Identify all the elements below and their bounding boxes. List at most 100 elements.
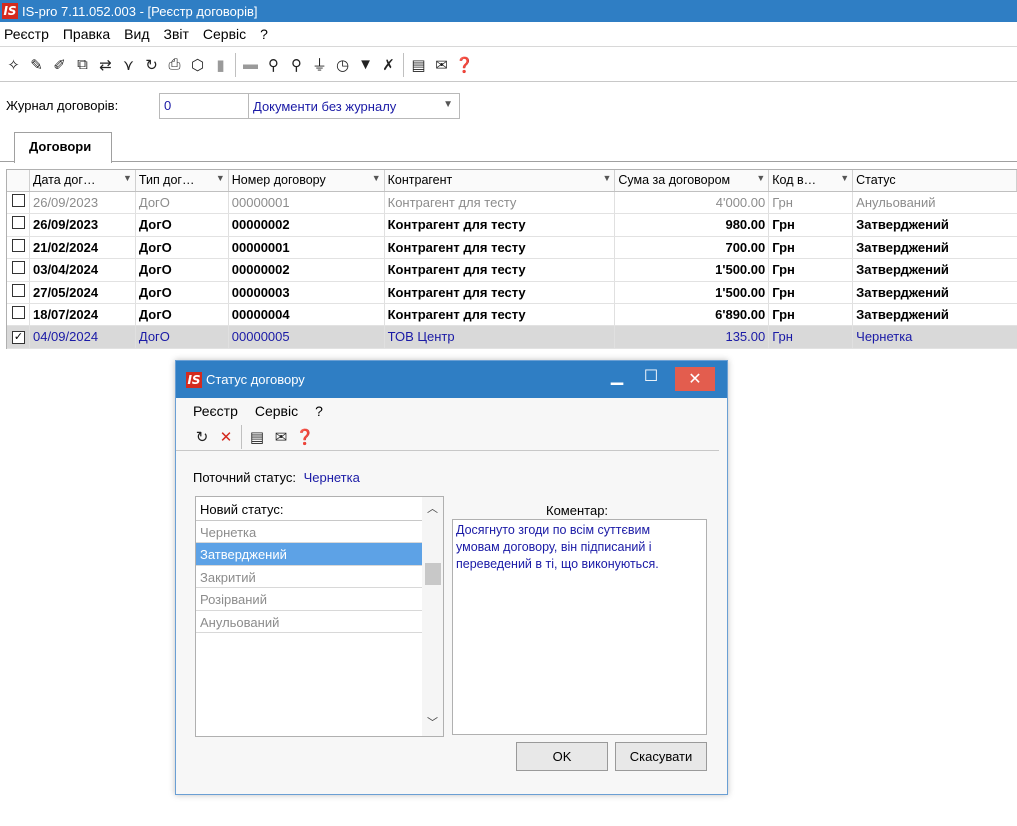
- cell-status: Затверджений: [856, 239, 949, 255]
- comment-textarea[interactable]: Досягнуто згоди по всім суттєвим умовам …: [452, 519, 707, 735]
- new-status-list[interactable]: Новий статус: Чернетка Затверджений Закрит…: [195, 496, 444, 737]
- tree-icon[interactable]: ⏚: [308, 53, 331, 77]
- cell-type: ДогО: [136, 236, 229, 259]
- tab-contracts[interactable]: Договори: [14, 132, 112, 163]
- row-checkbox[interactable]: [7, 214, 30, 236]
- status-option[interactable]: Затверджений: [196, 543, 422, 566]
- cell-number: 00000001: [229, 192, 385, 214]
- row-checkbox[interactable]: [7, 192, 30, 214]
- refresh-icon[interactable]: ↻: [140, 53, 163, 77]
- cell-sum: 1'500.00: [615, 281, 770, 303]
- filter-icon[interactable]: ▼: [354, 53, 377, 77]
- column-header-number[interactable]: Номер договору ▼: [229, 170, 385, 191]
- box-icon[interactable]: ⬡: [186, 53, 209, 77]
- checkbox-icon[interactable]: [12, 305, 25, 319]
- checkbox-icon[interactable]: [12, 283, 25, 297]
- scroll-thumb[interactable]: [425, 563, 441, 585]
- journal-select[interactable]: Документи без журналу ▼: [248, 93, 460, 119]
- row-checkbox[interactable]: [7, 281, 30, 303]
- ok-button[interactable]: OK: [516, 742, 608, 771]
- status-option[interactable]: Розірваний: [196, 588, 422, 611]
- status-option[interactable]: Закритий: [196, 566, 422, 589]
- filter-arrow-icon[interactable]: ▼: [216, 173, 225, 183]
- scroll-up-icon[interactable]: ︿: [422, 500, 443, 520]
- delete-icon[interactable]: ✕: [214, 425, 238, 449]
- column-header-sum[interactable]: Сума за договором ▼: [615, 170, 770, 191]
- help-icon[interactable]: ❓: [293, 425, 317, 449]
- doc-icon[interactable]: ▤: [407, 53, 430, 77]
- column-header-currency[interactable]: Код в… ▼: [769, 170, 854, 191]
- status-list-scrollbar[interactable]: ︿ ﹀: [422, 497, 443, 736]
- dim2-icon: ▬: [243, 56, 258, 73]
- chevron-down-icon[interactable]: ▼: [443, 99, 453, 110]
- filter-arrow-icon[interactable]: ▼: [840, 173, 849, 183]
- checkbox-checked-icon[interactable]: ✓: [12, 331, 25, 345]
- cell-counterparty: Контрагент для тесту: [385, 259, 616, 281]
- new-doc3-icon[interactable]: ✐: [48, 53, 71, 77]
- status-option[interactable]: Чернетка: [196, 521, 422, 544]
- menu-report[interactable]: Звіт: [163, 26, 188, 42]
- filter-v-icon[interactable]: ⋎: [117, 53, 140, 77]
- table-row[interactable]: ✓ 04/09/2024 ДогО 00000005 ТОВ Центр 135.00 Гр…: [7, 326, 1017, 349]
- new-doc2-icon[interactable]: ✎: [25, 53, 48, 77]
- row-checkbox[interactable]: [7, 259, 30, 281]
- row-checkbox[interactable]: [7, 236, 30, 259]
- cell-counterparty: Контрагент для тесту: [385, 303, 616, 326]
- dialog-menu-service[interactable]: Сервіс: [255, 403, 298, 419]
- mail-icon[interactable]: ✉: [269, 425, 293, 449]
- table-row[interactable]: 18/07/2024 ДогО 00000004 Контрагент для тес…: [7, 303, 1017, 327]
- table-row[interactable]: 03/04/2024 ДогО 00000002 Контрагент для тес…: [7, 259, 1017, 282]
- menu-edit[interactable]: Правка: [63, 26, 110, 42]
- menu-service[interactable]: Сервіс: [203, 26, 246, 42]
- checkbox-icon[interactable]: [12, 194, 25, 207]
- cell-date: 26/09/2023: [30, 192, 136, 214]
- table-row[interactable]: 26/09/2023 ДогО 00000001 Контрагент для тес…: [7, 192, 1017, 215]
- column-header-type[interactable]: Тип дог… ▼: [136, 170, 229, 191]
- filter-arrow-icon[interactable]: ▼: [756, 173, 765, 183]
- scroll-down-icon[interactable]: ﹀: [422, 714, 443, 734]
- cell-status: Затверджений: [856, 306, 949, 322]
- menu-registry[interactable]: Реєстр: [4, 26, 49, 42]
- row-checkbox[interactable]: ✓: [7, 326, 30, 348]
- cell-date: 03/04/2024: [30, 259, 136, 281]
- cell-sum: 700.00: [615, 236, 770, 259]
- table-row[interactable]: 26/09/2023 ДогО 00000002 Контрагент для тес…: [7, 214, 1017, 237]
- clock-icon[interactable]: ◷: [331, 53, 354, 77]
- cancel-button[interactable]: Скасувати: [615, 742, 707, 771]
- table-row[interactable]: 21/02/2024 ДогО 00000001 Контрагент для тес…: [7, 236, 1017, 260]
- help-icon[interactable]: ❓: [453, 53, 476, 77]
- close-icon[interactable]: ✕: [675, 367, 715, 391]
- cell-counterparty: Контрагент для тесту: [385, 214, 616, 236]
- search-icon[interactable]: ⚲: [262, 53, 285, 77]
- dialog-menu-help[interactable]: ?: [315, 403, 323, 419]
- menu-view[interactable]: Вид: [124, 26, 149, 42]
- row-checkbox[interactable]: [7, 303, 30, 326]
- table-row[interactable]: 27/05/2024 ДогО 00000003 Контрагент для тес…: [7, 281, 1017, 304]
- status-option[interactable]: Анульований: [196, 611, 422, 633]
- checkbox-icon[interactable]: [12, 216, 25, 230]
- column-header-counterparty[interactable]: Контрагент ▼: [385, 170, 616, 191]
- checkbox-icon[interactable]: [12, 238, 25, 252]
- column-header-status[interactable]: Статус: [853, 170, 1017, 191]
- filter-arrow-icon[interactable]: ▼: [602, 173, 611, 183]
- filter-arrow-icon[interactable]: ▼: [123, 173, 132, 183]
- dialog-menu-registry[interactable]: Реєстр: [193, 403, 238, 419]
- column-header-date[interactable]: Дата дог… ▼: [30, 170, 136, 191]
- dialog-toolbar: ↻ ✕ ▤ ✉ ❓: [176, 423, 719, 451]
- checkbox-icon[interactable]: [12, 261, 25, 275]
- filter-arrow-icon[interactable]: ▼: [372, 173, 381, 183]
- maximize-icon[interactable]: ☐: [631, 361, 671, 391]
- doc-icon[interactable]: ▤: [245, 425, 269, 449]
- dialog-title: Статус договору: [206, 372, 305, 387]
- search-next-icon[interactable]: ⚲: [285, 53, 308, 77]
- move-icon[interactable]: ⇄: [94, 53, 117, 77]
- new-doc-icon[interactable]: ✧: [2, 53, 25, 77]
- clear-filter-icon[interactable]: ✗: [377, 53, 400, 77]
- refresh-icon[interactable]: ↻: [190, 425, 214, 449]
- copy-icon[interactable]: ⧉: [71, 53, 94, 77]
- mail-icon[interactable]: ✉: [430, 53, 453, 77]
- menu-help[interactable]: ?: [260, 26, 268, 42]
- journal-code-field[interactable]: 0: [159, 93, 249, 119]
- cell-currency: Грн: [769, 326, 854, 348]
- print-icon[interactable]: ⎙: [163, 53, 186, 77]
